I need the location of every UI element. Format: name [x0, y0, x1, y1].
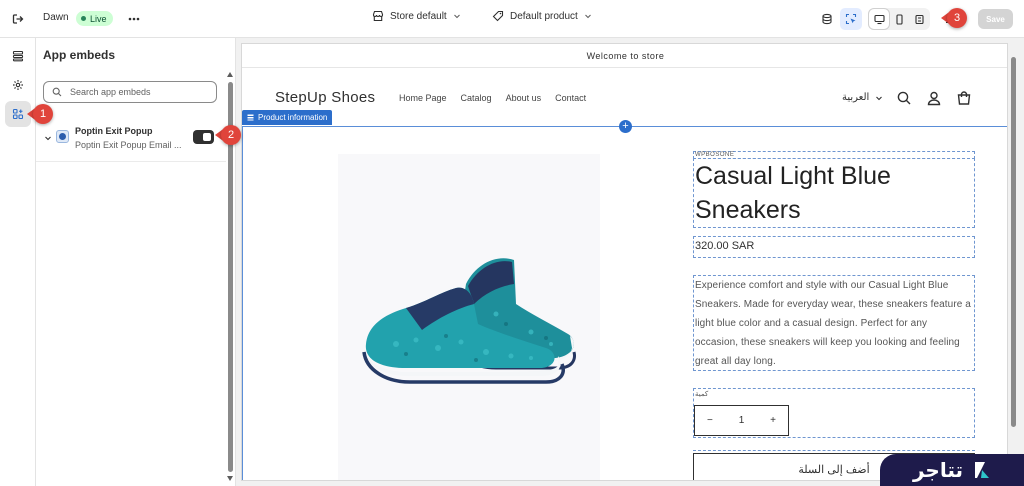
language-selector[interactable]: العربية: [842, 92, 883, 103]
quantity-block[interactable]: كمية − 1 +: [693, 388, 975, 438]
increase-button[interactable]: +: [770, 415, 776, 426]
store-icon: [372, 10, 384, 22]
section-tag-label: Product information: [258, 113, 328, 122]
store-brand[interactable]: StepUp Shoes: [275, 89, 375, 106]
product-select[interactable]: Default product: [492, 10, 592, 22]
chevron-down-icon: [875, 94, 883, 102]
account-icon[interactable]: [926, 90, 942, 106]
callout-1: 1: [27, 104, 53, 124]
search-icon: [52, 87, 62, 97]
exit-button[interactable]: [8, 9, 28, 29]
announcement-bar: Welcome to store: [242, 44, 1007, 68]
store-select[interactable]: Store default: [372, 10, 461, 22]
mobile-icon: [894, 13, 905, 25]
apps-icon: [12, 108, 24, 120]
toolbar-right: [816, 8, 958, 30]
nav-home[interactable]: Home Page: [399, 93, 447, 103]
live-dot: [81, 16, 86, 21]
search-icon[interactable]: [896, 90, 912, 106]
fullscreen-icon: [914, 14, 925, 25]
product-description[interactable]: Experience comfort and style with our Ca…: [693, 275, 975, 371]
scroll-down-arrow[interactable]: [227, 476, 233, 481]
chevron-down-icon[interactable]: [44, 134, 52, 142]
scroll-up-arrow[interactable]: [227, 72, 233, 77]
rail-settings-button[interactable]: [5, 72, 31, 98]
more-icon: [128, 17, 140, 21]
callout-2: 2: [215, 125, 241, 145]
fullscreen-button[interactable]: [909, 9, 929, 29]
inspector-button[interactable]: [840, 8, 862, 30]
app-embed-subtitle: Poptin Exit Popup Email ...: [75, 140, 182, 150]
rail-sections-button[interactable]: [5, 43, 31, 69]
save-button[interactable]: Save: [978, 9, 1013, 29]
store-preview: Welcome to store StepUp Shoes Home Page …: [241, 43, 1008, 481]
app-embed-toggle[interactable]: [193, 130, 214, 144]
live-label: Live: [90, 13, 107, 24]
database-icon: [821, 13, 833, 25]
preview-scrollbar[interactable]: [1010, 43, 1018, 481]
more-actions-button[interactable]: [124, 9, 144, 29]
nav-about[interactable]: About us: [506, 93, 542, 103]
nav-catalog[interactable]: Catalog: [461, 93, 492, 103]
product-price[interactable]: 320.00 SAR: [693, 236, 975, 258]
language-label: العربية: [842, 92, 870, 103]
callout-3: 3: [941, 8, 967, 28]
product-media[interactable]: [338, 154, 600, 480]
exit-icon: [11, 12, 25, 26]
device-toggle-group: [868, 8, 930, 30]
app-embed-item[interactable]: Poptin Exit Popup Poptin Exit Popup Emai…: [36, 120, 226, 162]
product-select-value: Default product: [510, 10, 578, 22]
desktop-icon: [873, 14, 885, 25]
live-badge: Live: [76, 11, 113, 26]
chevron-down-icon: [584, 12, 592, 20]
preview-scrollbar-thumb[interactable]: [1011, 57, 1016, 427]
quantity-value[interactable]: 1: [739, 415, 745, 426]
poptin-app-icon: [56, 130, 69, 143]
gear-icon: [12, 79, 24, 91]
add-section-button[interactable]: +: [619, 120, 632, 133]
product-title[interactable]: Casual Light Blue Sneakers: [693, 158, 975, 228]
search-input[interactable]: [70, 87, 210, 97]
main-nav: Home Page Catalog About us Contact: [399, 93, 586, 103]
chevron-down-icon: [453, 12, 461, 20]
mobile-view-button[interactable]: [889, 9, 909, 29]
app-embed-title: Poptin Exit Popup: [75, 126, 153, 136]
tag-icon: [492, 10, 504, 22]
database-button[interactable]: [816, 8, 838, 30]
panel-title: App embeds: [43, 48, 116, 62]
cart-icon[interactable]: [956, 90, 972, 106]
section-tag[interactable]: Product information: [242, 110, 333, 125]
add-to-cart-dash: [693, 450, 975, 451]
watermark-logo-icon: [973, 460, 991, 480]
quantity-label: كمية: [695, 391, 709, 398]
brand-watermark: تتاجر: [880, 454, 1024, 486]
plus-icon: +: [622, 120, 629, 132]
inspector-icon: [845, 13, 857, 25]
product-image: [362, 258, 576, 384]
theme-name: Dawn: [43, 12, 69, 23]
nav-contact[interactable]: Contact: [555, 93, 586, 103]
top-bar: Dawn Live Store default Default product: [0, 0, 1024, 38]
watermark-text: تتاجر: [912, 458, 964, 482]
desktop-view-button[interactable]: [869, 9, 889, 29]
app-embeds-panel: App embeds Poptin Exit Popup Poptin Exit…: [36, 38, 236, 486]
search-app-embeds[interactable]: [43, 81, 217, 103]
sections-icon: [12, 50, 24, 62]
decrease-button[interactable]: −: [707, 415, 713, 426]
store-select-value: Store default: [390, 10, 447, 22]
quantity-stepper: − 1 +: [694, 405, 789, 436]
